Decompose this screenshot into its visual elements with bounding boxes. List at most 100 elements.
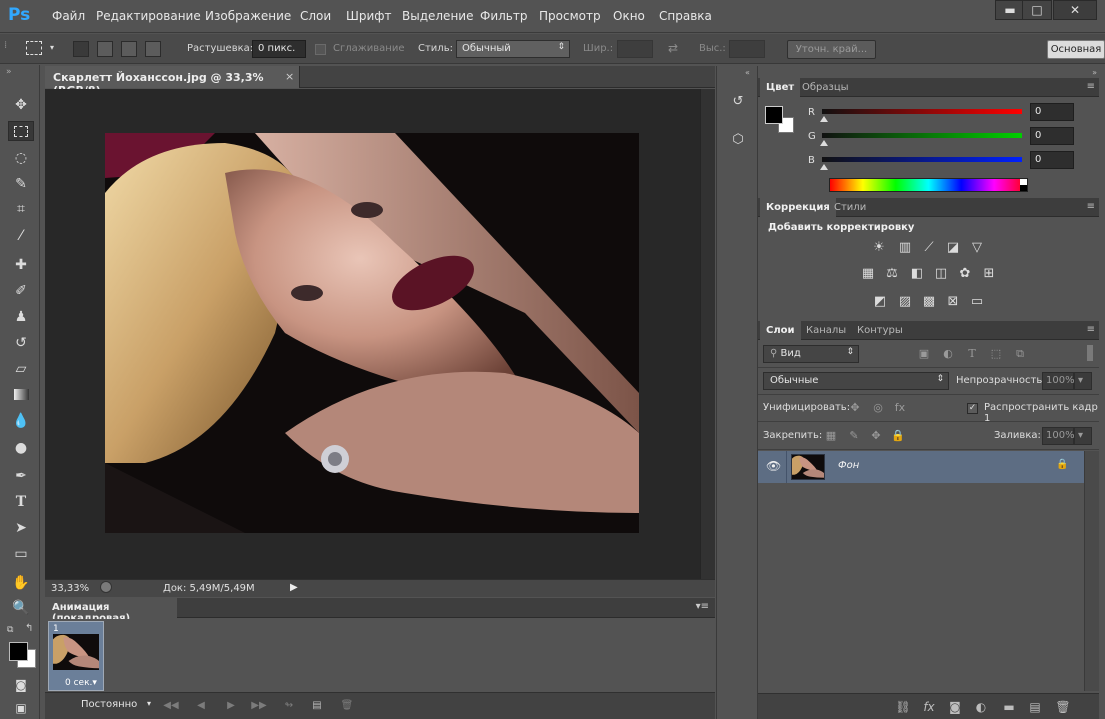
tab-paths[interactable]: Контуры <box>851 321 909 340</box>
menu-file[interactable]: Файл <box>52 9 85 23</box>
new-group-icon[interactable]: ▬ <box>1000 699 1018 715</box>
quick-mask-icon[interactable]: ◙ <box>8 675 34 695</box>
filter-pixel-icon[interactable]: ▣ <box>916 347 932 361</box>
screen-mode-icon[interactable]: ▣ <box>8 698 34 718</box>
menu-help[interactable]: Справка <box>659 9 712 23</box>
eraser-tool-icon[interactable]: ▱ <box>8 359 34 379</box>
lock-pixels-icon[interactable]: ✎ <box>846 429 862 443</box>
levels-icon[interactable]: ▥ <box>896 240 914 256</box>
3d-panel-icon[interactable]: ⬡ <box>727 130 749 150</box>
green-value[interactable]: 0 <box>1030 127 1074 145</box>
antialias-checkbox[interactable] <box>315 44 326 55</box>
blend-mode-select[interactable]: Обычные ⇕ <box>763 372 949 390</box>
add-selection-icon[interactable] <box>97 41 113 57</box>
unify-position-icon[interactable]: ✥ <box>847 401 863 415</box>
crop-tool-icon[interactable]: ⌗ <box>8 199 34 219</box>
hand-tool-icon[interactable]: ✋ <box>8 573 34 593</box>
tab-channels[interactable]: Каналы <box>800 321 852 340</box>
tween-icon[interactable]: ↬ <box>279 697 299 715</box>
filter-shape-icon[interactable]: ⬚ <box>988 347 1004 361</box>
menu-edit[interactable]: Редактирование <box>96 9 201 23</box>
minimize-button[interactable]: ▬ <box>995 0 1025 20</box>
swap-icon[interactable]: ⇄ <box>668 41 678 55</box>
layer-item-background[interactable]: 👁 Фон 🔒 <box>758 451 1084 483</box>
black-white-icon[interactable]: ◧ <box>908 266 926 282</box>
duplicate-frame-icon[interactable]: ▤ <box>307 697 327 715</box>
add-style-icon[interactable]: fx <box>920 699 938 715</box>
style-select[interactable]: Обычный ⇕ <box>456 40 570 58</box>
panel-menu-icon[interactable]: ▾≡ <box>696 601 709 612</box>
frame-delay[interactable]: 0 сек.▾ <box>65 678 97 688</box>
swap-colors-icon[interactable]: ↰ <box>25 623 33 634</box>
spectrum-black[interactable] <box>1020 185 1027 191</box>
delete-frame-icon[interactable]: 🗑 <box>337 697 357 715</box>
layer-filter-select[interactable]: ⚲ Вид ⇕ <box>763 345 859 363</box>
menu-type[interactable]: Шрифт <box>346 9 392 23</box>
menu-layers[interactable]: Слои <box>300 9 331 23</box>
brush-tool-icon[interactable]: ✐ <box>8 281 34 301</box>
invert-icon[interactable]: ◩ <box>871 294 889 310</box>
menu-window[interactable]: Окно <box>613 9 645 23</box>
filter-type-icon[interactable]: T <box>964 347 980 361</box>
blue-slider[interactable]: B 0 <box>808 151 1098 174</box>
fill-dropdown[interactable]: ▾ <box>1074 427 1092 445</box>
panel-menu-icon[interactable]: ≡ <box>1087 201 1095 212</box>
expand-icon[interactable]: « <box>745 68 750 77</box>
opacity-input[interactable]: 100% <box>1042 372 1075 390</box>
close-window-button[interactable]: ✕ <box>1053 0 1097 20</box>
layer-lock-icon[interactable]: 🔒 <box>1056 459 1068 470</box>
menu-image[interactable]: Изображение <box>205 9 291 23</box>
zoom-level[interactable]: 33,33% <box>51 583 89 594</box>
move-tool-icon[interactable]: ✥ <box>8 95 34 115</box>
layer-name[interactable]: Фон <box>838 460 859 471</box>
play-icon[interactable]: ▶ <box>221 697 241 715</box>
quick-select-tool-icon[interactable]: ✎ <box>8 174 34 194</box>
new-selection-icon[interactable] <box>73 41 89 57</box>
height-input[interactable] <box>729 40 765 58</box>
tab-layers[interactable]: Слои <box>760 321 801 340</box>
animation-tab[interactable]: Анимация (покадровая) <box>45 598 177 624</box>
propagate-checkbox[interactable]: ✓ <box>967 403 978 414</box>
type-tool-icon[interactable]: T <box>8 492 34 512</box>
panel-menu-icon[interactable]: ≡ <box>1087 81 1095 92</box>
green-track[interactable] <box>822 133 1022 138</box>
path-select-tool-icon[interactable]: ➤ <box>8 518 34 538</box>
lasso-tool-icon[interactable]: ◌ <box>8 148 34 168</box>
photo-filter-icon[interactable]: ◫ <box>932 266 950 282</box>
filter-toggle[interactable] <box>1087 345 1093 361</box>
exposure-icon[interactable]: ◪ <box>944 240 962 256</box>
new-adjustment-icon[interactable]: ◐ <box>972 699 990 715</box>
foreground-color-swatch[interactable] <box>9 642 28 661</box>
unify-style-icon[interactable]: fx <box>892 401 908 415</box>
width-input[interactable] <box>617 40 653 58</box>
intersect-selection-icon[interactable] <box>145 41 161 57</box>
link-layers-icon[interactable]: ⛓ <box>894 699 912 715</box>
canvas-vertical-scrollbar[interactable] <box>700 89 715 579</box>
tab-color[interactable]: Цвет <box>760 78 801 97</box>
color-balance-icon[interactable]: ⚖ <box>883 266 901 282</box>
gradient-map-icon[interactable]: ▭ <box>968 294 986 310</box>
blue-value[interactable]: 0 <box>1030 151 1074 169</box>
selective-color-icon[interactable]: ⊠ <box>944 294 962 310</box>
refine-edge-button[interactable]: Уточн. край... <box>787 40 876 59</box>
red-slider[interactable]: R 0 <box>808 103 1098 126</box>
red-track[interactable] <box>822 109 1022 114</box>
red-value[interactable]: 0 <box>1030 103 1074 121</box>
workspace-button[interactable]: Основная <box>1047 40 1105 59</box>
filter-smart-object-icon[interactable]: ⧉ <box>1012 347 1028 361</box>
blue-track[interactable] <box>822 157 1022 162</box>
green-thumb[interactable] <box>820 140 828 146</box>
gradient-tool-icon[interactable] <box>8 385 34 405</box>
tab-swatches[interactable]: Образцы <box>796 78 855 97</box>
add-mask-icon[interactable]: ◙ <box>946 699 964 715</box>
lock-all-icon[interactable]: 🔒 <box>890 429 906 443</box>
maximize-button[interactable]: □ <box>1022 0 1052 20</box>
close-tab-icon[interactable]: × <box>285 70 294 83</box>
new-layer-icon[interactable]: ▤ <box>1026 699 1044 715</box>
loop-select[interactable]: Постоянно ▾ <box>75 697 157 715</box>
status-menu-arrow-icon[interactable]: ▶ <box>290 582 298 593</box>
rectangle-tool-icon[interactable]: ▭ <box>8 544 34 564</box>
canvas-area[interactable] <box>45 89 700 579</box>
opacity-dropdown[interactable]: ▾ <box>1074 372 1092 390</box>
subtract-selection-icon[interactable] <box>121 41 137 57</box>
